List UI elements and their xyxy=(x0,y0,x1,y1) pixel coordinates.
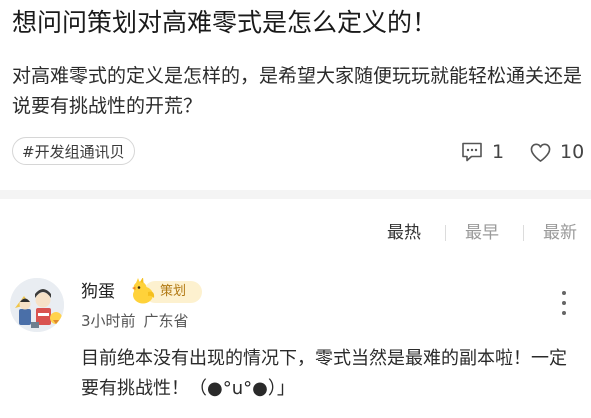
comment-text: 目前绝本没有出现的情况下，零式当然是最难的副本啦！一定要有挑战性！（●°u°●）… xyxy=(81,348,567,399)
like-count-button[interactable]: 10 xyxy=(529,140,584,164)
tab-separator xyxy=(523,225,524,241)
badge-label: 策划 xyxy=(160,284,187,299)
heart-icon xyxy=(530,142,551,162)
chocobo-icon xyxy=(132,278,155,304)
more-vertical-icon xyxy=(562,291,566,295)
comment-count: 1 xyxy=(492,141,505,163)
section-divider xyxy=(0,190,591,199)
more-vertical-icon xyxy=(562,301,566,305)
post-title: 想问问策划对高难零式是怎么定义的！ xyxy=(12,8,438,37)
like-count: 10 xyxy=(560,141,585,163)
topic-tag[interactable]: #开发组通讯贝 xyxy=(12,137,135,165)
post-body: 对高难零式的定义是怎样的，是希望大家随便玩玩就能轻松通关还是说要有挑战性的开荒？ xyxy=(12,65,583,117)
tab-latest[interactable]: 最新 xyxy=(543,221,577,245)
comment-time: 3小时前 xyxy=(81,312,136,330)
tab-separator xyxy=(445,225,446,241)
comment-username[interactable]: 狗蛋 xyxy=(81,280,115,304)
comment-meta: 3小时前 广东省 xyxy=(81,311,189,331)
avatar[interactable] xyxy=(10,278,64,332)
tab-earliest[interactable]: 最早 xyxy=(465,221,499,245)
tab-hot[interactable]: 最热 xyxy=(387,221,421,245)
role-badge: 策划 xyxy=(128,278,204,305)
more-vertical-icon xyxy=(562,311,566,315)
comment-count-button[interactable]: 1 xyxy=(460,140,504,164)
comment-icon xyxy=(462,142,482,162)
comment-location: 广东省 xyxy=(143,312,189,330)
more-options-button[interactable] xyxy=(556,290,572,316)
